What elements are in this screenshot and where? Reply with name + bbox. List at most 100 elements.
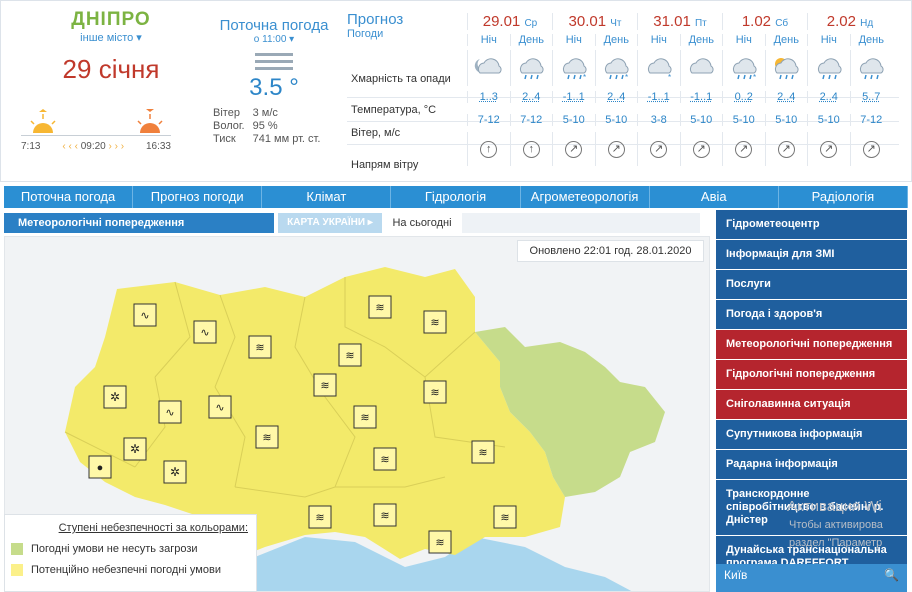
sidebar-link[interactable]: Погода і здоров'я (716, 300, 907, 329)
sidebar-link[interactable]: Послуги (716, 270, 907, 299)
wind-warning-glyph: ≋ (380, 454, 389, 466)
forecast-grid: 29.01 Ср 30.01 Чт 31.01 Пт 1.02 Сб 2.02 Нд Н… (467, 13, 895, 166)
nav-item[interactable]: Поточна погода (4, 186, 134, 208)
period-label: Ніч (807, 34, 850, 46)
weather-header: ДНІПРО інше місто ▾ 29 січня 7:13 ‹ ‹ ‹ … (0, 0, 912, 182)
sidebar-link[interactable]: Гідрологічні попередження (716, 360, 907, 389)
snow-cloud-icon: * (637, 50, 680, 86)
nav-item[interactable]: Гідрологія (391, 186, 521, 208)
wind-warning-glyph: ≋ (315, 512, 324, 524)
sun-timeline: 7:13 ‹ ‹ ‹ 09:20 › › › 16:33 (21, 109, 173, 154)
svg-text:*: * (625, 73, 628, 81)
wind-direction-icon: ↗ (764, 132, 808, 166)
wind-direction-icon: ↑ (509, 132, 553, 166)
kyiv-widget[interactable]: Київ 🔍 (716, 564, 907, 592)
current-date: 29 січня (62, 54, 160, 84)
sidebar-link[interactable]: Сніголавинна ситуація (716, 390, 907, 419)
sunset-time: 16:33 (145, 141, 171, 152)
current-details: Вітер 3 м/с Волог. 95 % Тиск 741 мм рт. ст. (213, 107, 321, 145)
forecast-temperature: 2..4 (807, 91, 850, 103)
period-label: Ніч (467, 34, 510, 46)
svg-text:*: * (668, 73, 671, 81)
wind-label: Вітер, м/с (351, 127, 401, 139)
period-label: День (764, 34, 808, 46)
forecast-day-header: 30.01 Чт (552, 13, 637, 30)
search-icon[interactable]: 🔍 (884, 568, 899, 582)
wind-warning-glyph: ≋ (255, 342, 264, 354)
rain-cloud-icon (807, 50, 850, 86)
forecast-day-header: 2.02 Нд (807, 13, 892, 30)
sub-nav: Метеорологічні попередження КАРТА УКРАЇН… (4, 213, 700, 233)
svg-text:*: * (753, 73, 756, 81)
forecast-day-header: 31.01 Пт (637, 13, 722, 30)
wind-warning-glyph: ≋ (262, 432, 271, 444)
period-label: День (509, 34, 553, 46)
snow-rain-icon: * (594, 50, 638, 86)
forecast-title: Прогноз Погоди (347, 11, 404, 40)
color-legend: Ступені небезпечності за кольорами: Пого… (4, 514, 257, 592)
forecast-temperature: 2..4 (764, 91, 808, 103)
wind-direction-icon: ↗ (807, 132, 850, 166)
sunrise-time: 7:13 (21, 141, 41, 152)
tab-ukraine-map[interactable]: КАРТА УКРАЇНИ ▸ (278, 213, 382, 233)
forecast-temperature: 0..2 (722, 91, 765, 103)
city-block: ДНІПРО інше місто ▾ 29 січня (21, 9, 201, 85)
forecast-wind: 7-12 (509, 114, 553, 126)
snow-rain-icon: * (552, 50, 595, 86)
wind-direction-icon: ↗ (552, 132, 595, 166)
wind-direction-icon: ↗ (722, 132, 765, 166)
forecast-temperature: -1..1 (552, 91, 595, 103)
period-label: Ніч (637, 34, 680, 46)
wind-direction-label: Напрям вітру (351, 159, 419, 171)
snow-warning-glyph: ✲ (110, 390, 120, 404)
wind-warning-glyph: ≋ (430, 317, 439, 329)
nav-item[interactable]: Прогноз погоди (133, 186, 263, 208)
nav-item[interactable]: Агрометеорологія (521, 186, 650, 208)
city-name: ДНІПРО (71, 9, 151, 30)
wind-warning-glyph: ≋ (430, 387, 439, 399)
moon-cloud-icon (467, 50, 510, 86)
nav-item[interactable]: Авіа (650, 186, 779, 208)
wind-warning-glyph: ≋ (360, 412, 369, 424)
sidebar-link[interactable]: Гідрометеоцентр (716, 210, 907, 239)
sidebar-link[interactable]: Інформація для ЗМІ (716, 240, 907, 269)
forecast-temperature: 2..4 (594, 91, 638, 103)
current-time-select[interactable]: о 11:00 ▾ (209, 34, 339, 45)
clouds-label: Хмарність та опади (351, 73, 451, 85)
cloud-icon (679, 50, 723, 86)
period-label: Ніч (552, 34, 595, 46)
forecast-temperature: -1..1 (679, 91, 723, 103)
period-label: День (594, 34, 638, 46)
tab-today[interactable]: На сьогодні (382, 213, 462, 233)
forecast-wind: 5-10 (807, 114, 850, 126)
main-nav: Поточна погода Прогноз погоди Клімат Гідрол… (4, 186, 908, 208)
sidebar-link[interactable]: Радарна інформація (716, 450, 907, 479)
wind-warning-glyph: ≋ (345, 350, 354, 362)
fog-icon (255, 53, 293, 70)
forecast-wind: 5-10 (679, 114, 723, 126)
forecast-temperature: 2..4 (509, 91, 553, 103)
ice-warning-glyph: ∿ (215, 402, 224, 414)
tab-meteo-warnings[interactable]: Метеорологічні попередження (4, 213, 274, 233)
forecast-temperature: 5..7 (849, 91, 893, 103)
forecast-wind: 5-10 (552, 114, 595, 126)
forecast-wind: 5-10 (764, 114, 808, 126)
nav-item[interactable]: Клімат (262, 186, 392, 208)
snow-warning-glyph: ✲ (170, 465, 180, 479)
current-weather: Поточна погода о 11:00 ▾ 3.5 ° Вітер 3 м/… (209, 17, 339, 145)
nav-item[interactable]: Радіологія (779, 186, 908, 208)
sidebar-link[interactable]: Метеорологічні попередження (716, 330, 907, 359)
sidebar-link[interactable]: Супутникова інформація (716, 420, 907, 449)
wind-warning-glyph: ≋ (435, 537, 444, 549)
forecast-temperature: -1..1 (637, 91, 680, 103)
windows-activation-watermark: Активация Wi Чтобы активирова раздел "Па… (787, 498, 883, 549)
legend-item: Погодні умови не несуть загрози (11, 543, 256, 555)
wind-warning-glyph: ≋ (380, 510, 389, 522)
forecast-wind: 7-12 (467, 114, 510, 126)
snow-rain-icon: * (722, 50, 765, 86)
forecast-wind: 7-12 (849, 114, 893, 126)
ice-warning-glyph: ∿ (200, 327, 209, 339)
wind-direction-icon: ↗ (679, 132, 723, 166)
other-city-link[interactable]: інше місто ▾ (21, 31, 201, 44)
period-label: День (679, 34, 723, 46)
